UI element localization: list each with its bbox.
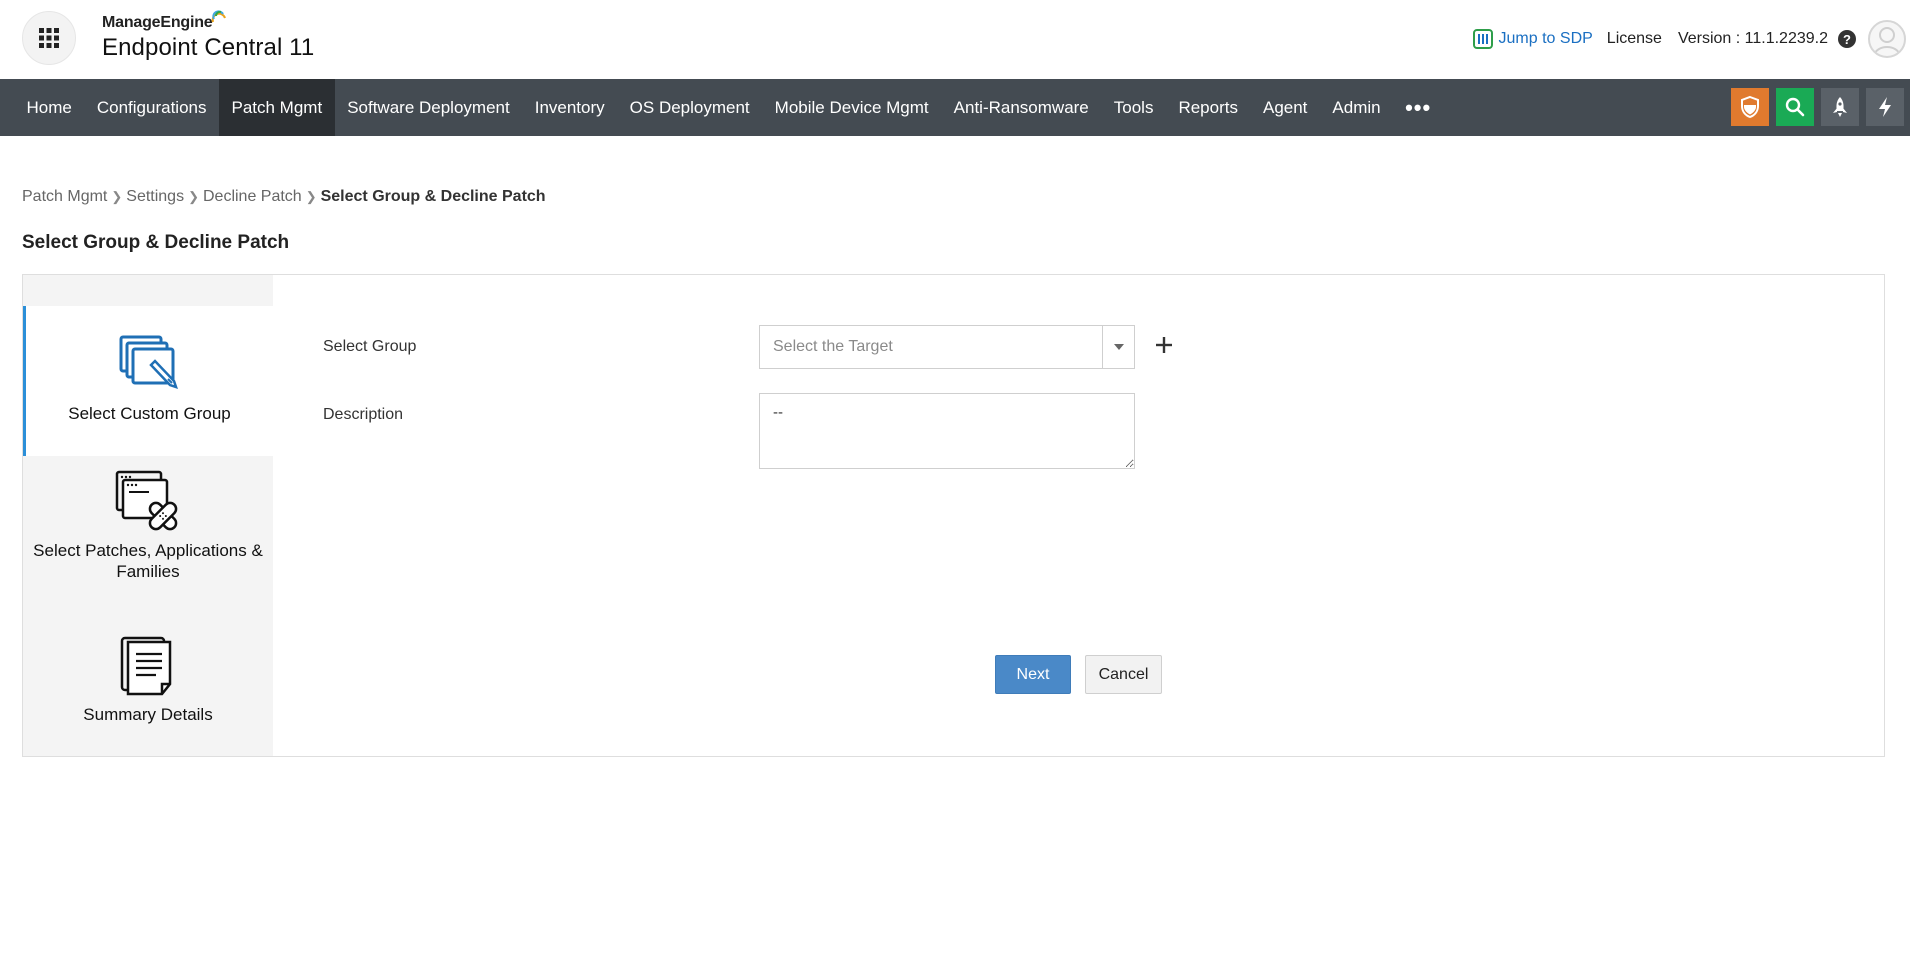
nav-tool-buttons	[1724, 88, 1904, 126]
nav-item-agent[interactable]: Agent	[1250, 79, 1319, 136]
top-header: ManageEngine Endpoint Central 11 Jump to…	[0, 0, 1910, 79]
breadcrumb-settings[interactable]: Settings	[126, 188, 184, 206]
select-group-placeholder: Select the Target	[773, 338, 893, 355]
step-label: Select Custom Group	[68, 404, 231, 423]
nav-items: Home Configurations Patch Mgmt Software …	[0, 79, 1443, 136]
global-search-button[interactable]	[1776, 88, 1814, 126]
help-icon[interactable]: ?	[1838, 30, 1856, 48]
main-nav: Home Configurations Patch Mgmt Software …	[0, 79, 1910, 136]
nav-item-reports[interactable]: Reports	[1166, 79, 1251, 136]
license-link[interactable]: License	[1607, 30, 1662, 48]
sdp-icon	[1472, 29, 1493, 49]
wizard-steps: Select Custom Group Select Patches, Appl…	[23, 275, 273, 756]
next-button[interactable]: Next	[995, 655, 1071, 694]
patches-icon	[115, 470, 178, 531]
user-icon	[1873, 27, 1901, 56]
breadcrumb: Patch Mgmt ❯ Settings ❯ Decline Patch ❯ …	[22, 188, 546, 206]
jump-to-sdp-label: Jump to SDP	[1498, 30, 1593, 47]
nav-more-button[interactable]: •••	[1393, 79, 1443, 136]
shield-icon	[1741, 95, 1759, 119]
lightning-icon	[1879, 97, 1891, 117]
wizard-content: Select Group Select the Target Descripti…	[273, 275, 1884, 756]
brand-vendor-text: ManageEngine	[102, 14, 213, 31]
nav-item-inventory[interactable]: Inventory	[522, 79, 617, 136]
breadcrumb-chevron-icon: ❯	[111, 189, 123, 204]
summary-document-icon	[120, 636, 172, 696]
logo-arc-icon	[211, 10, 226, 23]
nav-item-anti-ransomware[interactable]: Anti-Ransomware	[941, 79, 1101, 136]
select-group-label: Select Group	[323, 338, 417, 355]
breadcrumb-chevron-icon: ❯	[188, 189, 199, 204]
nav-item-home[interactable]: Home	[14, 79, 84, 136]
nav-item-tools[interactable]: Tools	[1101, 79, 1166, 136]
step-summary-details[interactable]: Summary Details	[23, 606, 273, 756]
breadcrumb-patch-mgmt[interactable]: Patch Mgmt	[22, 188, 107, 206]
product-name: Endpoint Central 11	[102, 34, 315, 61]
version-text: Version : 11.1.2239.2	[1677, 30, 1828, 47]
rocket-icon	[1833, 97, 1847, 117]
step-label: Select Patches, Applications & Families	[33, 541, 263, 581]
select-group-dropdown[interactable]: Select the Target	[759, 325, 1135, 369]
breadcrumb-chevron-icon: ❯	[305, 189, 317, 204]
product-logo[interactable]: ManageEngine Endpoint Central 11	[102, 10, 315, 62]
user-avatar[interactable]	[1868, 20, 1906, 58]
search-icon	[1785, 97, 1805, 117]
description-label: Description	[323, 406, 404, 423]
quick-actions-button[interactable]	[1866, 88, 1904, 126]
nav-item-configurations[interactable]: Configurations	[84, 79, 219, 136]
nav-item-patch-mgmt[interactable]: Patch Mgmt	[218, 79, 335, 136]
brand-vendor-name: ManageEngine	[102, 10, 226, 32]
security-shield-button[interactable]	[1731, 88, 1769, 126]
app-launcher-button[interactable]	[22, 11, 76, 65]
step-select-custom-group[interactable]: Select Custom Group	[23, 306, 273, 456]
caret-down-icon	[1113, 344, 1124, 350]
step-select-patches[interactable]: Select Patches, Applications & Families	[23, 456, 273, 606]
breadcrumb-current: Select Group & Decline Patch	[320, 188, 546, 205]
step-label: Summary Details	[83, 705, 213, 724]
cancel-button[interactable]: Cancel	[1085, 655, 1162, 694]
jump-to-sdp-link[interactable]: Jump to SDP	[1472, 29, 1593, 49]
page-title: Select Group & Decline Patch	[22, 232, 290, 253]
custom-group-icon	[119, 335, 178, 389]
grid-icon	[39, 28, 59, 48]
nav-item-mobile-device-mgmt[interactable]: Mobile Device Mgmt	[762, 79, 941, 136]
header-actions: Jump to SDP License Version : 11.1.2239.…	[1472, 18, 1910, 60]
nav-item-os-deployment[interactable]: OS Deployment	[617, 79, 762, 136]
dropdown-caret[interactable]	[1102, 326, 1134, 368]
nav-item-software-deployment[interactable]: Software Deployment	[335, 79, 523, 136]
add-group-button[interactable]	[1149, 330, 1179, 360]
description-textarea[interactable]: --	[759, 393, 1135, 469]
nav-item-admin[interactable]: Admin	[1320, 79, 1393, 136]
plus-icon	[1156, 337, 1172, 353]
wizard-panel: Select Custom Group Select Patches, Appl…	[22, 274, 1885, 757]
quick-launch-button[interactable]	[1821, 88, 1859, 126]
breadcrumb-decline-patch[interactable]: Decline Patch	[203, 188, 302, 206]
